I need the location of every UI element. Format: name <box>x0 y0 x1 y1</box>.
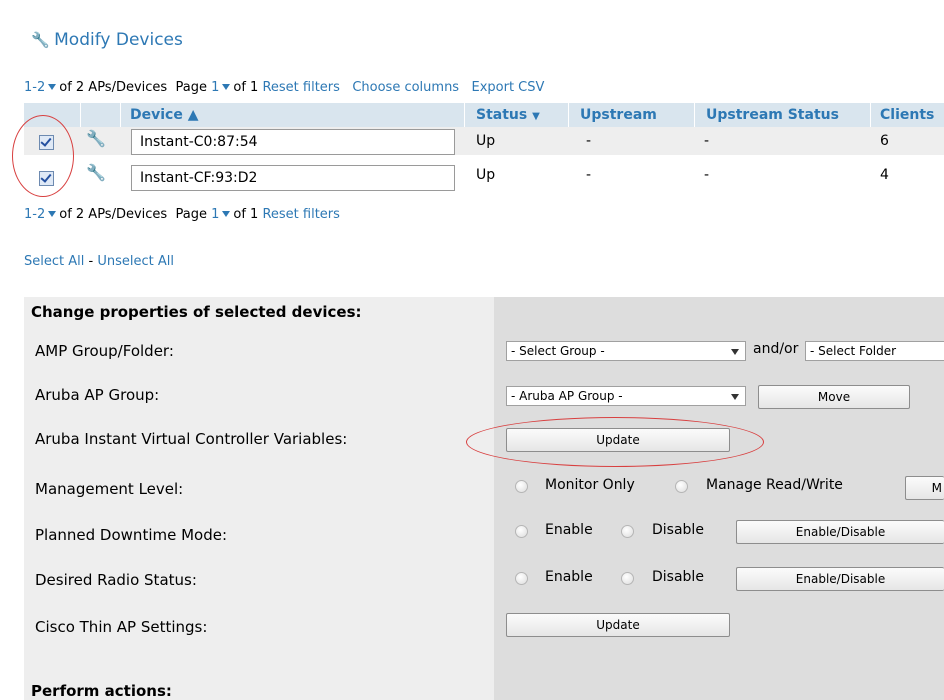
wrench-icon[interactable]: 🔧 <box>86 129 106 148</box>
upstream-value: - <box>586 133 592 149</box>
range-select[interactable]: 1-2 <box>24 207 59 222</box>
radio-status-label: Desired Radio Status: <box>35 571 197 589</box>
choose-columns-link[interactable]: Choose columns <box>352 80 459 95</box>
range-select[interactable]: 1-2 <box>24 80 59 95</box>
clients-value: 4 <box>880 167 889 183</box>
select-all-link[interactable]: Select All <box>24 254 84 269</box>
wrench-icon: 🔧 <box>31 31 50 49</box>
reset-filters-link[interactable]: Reset filters <box>262 80 339 95</box>
column-upstream-status[interactable]: Upstream Status <box>706 107 839 123</box>
status-value: Up <box>476 167 496 183</box>
status-value: Up <box>476 133 496 149</box>
radio-enable-radio[interactable] <box>515 572 528 585</box>
pager-bottom: 1-2 of 2 APs/Devices Page 1 of 1 Reset fil… <box>24 207 340 222</box>
column-device[interactable]: Device ▲ <box>130 107 198 123</box>
upstream-value: - <box>586 167 592 183</box>
caret-down-icon <box>222 211 231 217</box>
column-status[interactable]: Status ▼ <box>476 107 540 123</box>
monitor-only-radio[interactable] <box>515 480 528 493</box>
aruba-ap-group-label: Aruba AP Group: <box>35 386 160 404</box>
folder-select[interactable]: - Select Folder <box>805 341 944 361</box>
downtime-enable-label: Enable <box>545 522 593 538</box>
pager-top: 1-2 of 2 APs/Devices Page 1 of 1 Reset fil… <box>24 80 545 95</box>
export-csv-link[interactable]: Export CSV <box>472 80 545 95</box>
group-select[interactable]: - Select Group - <box>506 341 746 361</box>
unselect-all-link[interactable]: Unselect All <box>97 254 174 269</box>
dropdown-arrow-icon <box>731 394 739 400</box>
device-name[interactable]: Instant-C0:87:54 <box>131 129 455 155</box>
manage-rw-radio[interactable] <box>675 480 688 493</box>
planned-downtime-label: Planned Downtime Mode: <box>35 526 228 544</box>
upstream-status-value: - <box>704 167 710 183</box>
downtime-disable-radio[interactable] <box>621 525 634 538</box>
radio-disable-radio[interactable] <box>621 572 634 585</box>
selection-links: Select All - Unselect All <box>24 254 174 269</box>
table-header: Device ▲ Status ▼ Upstream Upstream Stat… <box>24 103 944 127</box>
modify-devices-link[interactable]: 🔧 Modify Devices <box>31 30 183 50</box>
downtime-disable-label: Disable <box>652 522 704 538</box>
page-title: Modify Devices <box>54 30 183 50</box>
cisco-update-button[interactable]: Update <box>506 613 730 637</box>
properties-heading: Change properties of selected devices: <box>31 303 362 321</box>
and-or-label: and/or <box>753 341 799 357</box>
dropdown-arrow-icon <box>731 349 739 355</box>
management-level-label: Management Level: <box>35 480 184 498</box>
move-button[interactable]: Move <box>758 385 910 409</box>
monitor-only-label: Monitor Only <box>545 477 635 493</box>
highlight-circle <box>466 417 764 467</box>
caret-down-icon <box>48 211 57 217</box>
table-row: 🔧 Instant-CF:93:D2 Up - - 4 <box>24 163 944 193</box>
iap-variables-label: Aruba Instant Virtual Controller Variabl… <box>35 430 348 448</box>
radio-disable-label: Disable <box>652 569 704 585</box>
manage-rw-label: Manage Read/Write <box>706 477 843 493</box>
wrench-icon[interactable]: 🔧 <box>86 163 106 182</box>
aruba-ap-group-select[interactable]: - Aruba AP Group - <box>506 386 746 406</box>
column-clients[interactable]: Clients <box>880 107 934 123</box>
table-row: 🔧 Instant-C0:87:54 Up - - 6 <box>24 127 944 155</box>
reset-filters-link[interactable]: Reset filters <box>262 207 339 222</box>
perform-actions-heading: Perform actions: <box>31 682 172 700</box>
page-select[interactable]: 1 <box>211 80 233 95</box>
filter-icon: ▼ <box>532 111 540 122</box>
amp-group-label: AMP Group/Folder: <box>35 342 174 360</box>
downtime-enable-disable-button[interactable]: Enable/Disable <box>736 520 944 544</box>
downtime-enable-radio[interactable] <box>515 525 528 538</box>
radio-enable-disable-button[interactable]: Enable/Disable <box>736 567 944 591</box>
management-apply-button[interactable]: M <box>905 476 944 500</box>
caret-down-icon <box>222 84 231 90</box>
clients-value: 6 <box>880 133 889 149</box>
radio-enable-label: Enable <box>545 569 593 585</box>
cisco-settings-label: Cisco Thin AP Settings: <box>35 618 208 636</box>
highlight-circle <box>12 115 74 197</box>
upstream-status-value: - <box>704 133 710 149</box>
column-upstream[interactable]: Upstream <box>580 107 657 123</box>
device-name[interactable]: Instant-CF:93:D2 <box>131 165 455 191</box>
caret-down-icon <box>48 84 57 90</box>
page-select[interactable]: 1 <box>211 207 233 222</box>
